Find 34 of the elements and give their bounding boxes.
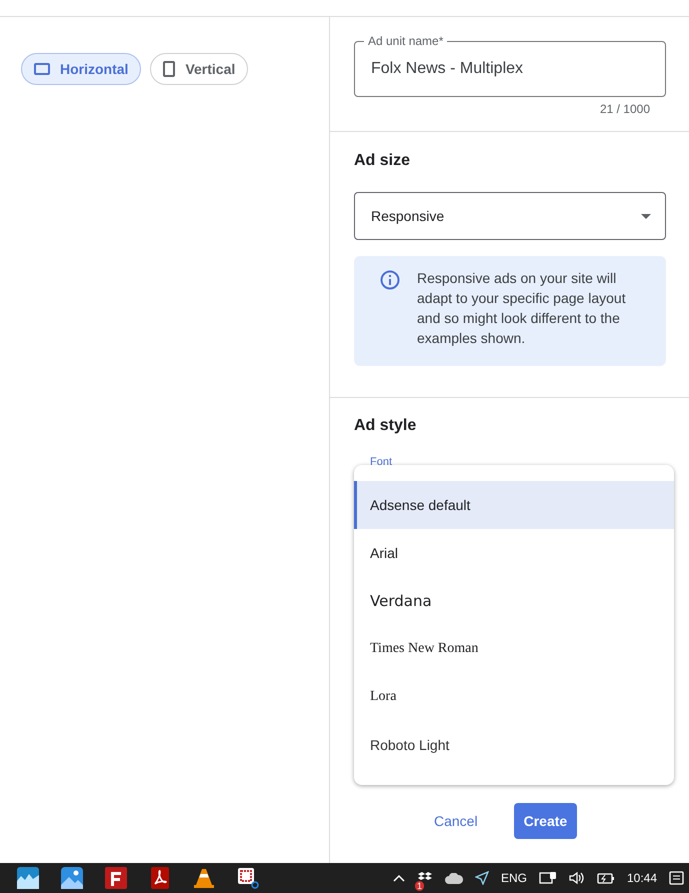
clock-time[interactable]: 10:44 [626,871,657,885]
language-indicator[interactable]: ENG [500,871,527,885]
info-icon [380,270,400,290]
character-counter: 21 / 1000 [598,101,651,116]
photo-icon[interactable] [61,867,83,889]
menu-item[interactable]: Adsense default [354,481,674,529]
section-heading: Ad size [354,152,412,170]
send-arrow-icon [474,871,489,885]
network-icon [538,871,557,885]
orientation-chip[interactable]: Vertical [150,53,248,85]
menu-item[interactable]: Roboto Light [354,721,674,769]
battery-icon [596,872,615,884]
menu-item[interactable]: Lora [354,673,674,721]
rectangle-icon [163,61,176,77]
orientation-chip[interactable]: Horizontal [21,53,142,85]
volume-icon [568,871,585,885]
notification-badge: 1 [414,881,424,891]
document-icon[interactable] [149,867,171,889]
cloud-icon [444,872,463,884]
create-button[interactable]: Create [514,803,578,839]
info-text: Responsive ads on your site will adapt to your specific page layout and so might look different to the examples shown. [417,269,627,348]
dropdown-arrow-icon [641,214,651,218]
menu-item[interactable]: Times New Roman [354,625,674,673]
traffic-cone-icon[interactable] [193,867,215,889]
letter-tile-icon[interactable] [105,867,127,889]
size-dropdown[interactable]: Responsive [354,192,666,240]
menu-item[interactable]: Verdana [354,577,674,625]
field-label: Font [370,457,394,467]
menu-item[interactable]: Arial [354,529,674,577]
chevron-up-icon [392,874,405,882]
notification-icon [669,870,685,886]
wave-chart-icon[interactable] [17,867,39,889]
rectangle-icon [34,63,50,75]
section-heading: Ad style [354,417,418,435]
